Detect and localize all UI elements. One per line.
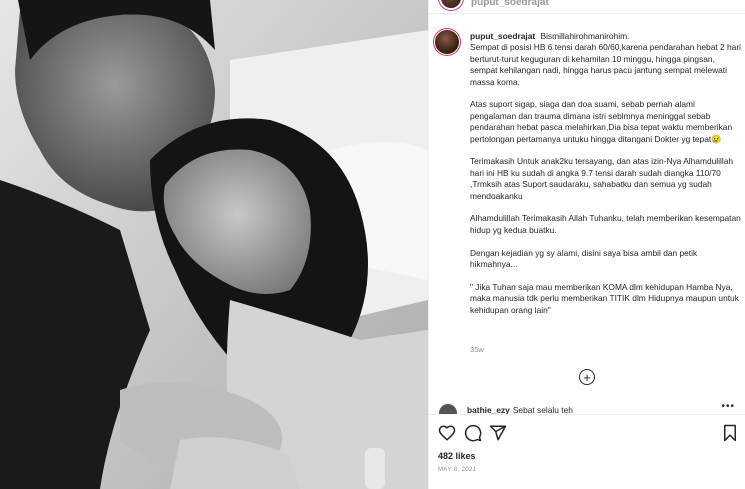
- likes-count[interactable]: 482 likes: [438, 451, 476, 461]
- caption-line-6: " Jika Tuhan saja mau memberikan KOMA dl…: [470, 281, 739, 315]
- comment-body: Sebat selalu teh: [512, 405, 573, 414]
- caption-line-0: Bismillahirohmanirohim.: [540, 31, 630, 41]
- comment-text: bathie_ezy Sebat selalu teh: [467, 405, 573, 414]
- post-header: puput_soedrajat: [429, 0, 745, 14]
- share-icon[interactable]: [489, 424, 507, 442]
- caption-line-5: Dengan kejadian yg sy alami, disini saya…: [470, 247, 698, 270]
- photo-illustration: [0, 0, 428, 489]
- avatar[interactable]: [439, 0, 463, 10]
- caption-username[interactable]: puput_soedrajat: [470, 31, 535, 41]
- heart-icon[interactable]: [438, 424, 456, 442]
- post-date: MAY 8, 2021: [438, 467, 477, 473]
- comment-username[interactable]: bathie_ezy: [467, 405, 510, 414]
- comment-row: bathie_ezy Sebat selalu teh •••: [439, 404, 739, 414]
- comment-icon[interactable]: [464, 424, 482, 442]
- post-time-ago[interactable]: 35w: [470, 345, 484, 354]
- post-actions: 482 likes MAY 8, 2021: [429, 414, 745, 489]
- plus-circle-icon[interactable]: +: [579, 369, 595, 385]
- bookmark-icon[interactable]: [721, 424, 739, 442]
- header-username[interactable]: puput_soedrajat: [471, 0, 549, 8]
- caption-line-4: Alhamdulillah Terimakasih Allah Tuhanku,…: [470, 213, 741, 235]
- caption-avatar[interactable]: [435, 30, 459, 54]
- caption-line-3: Terimakasih Untuk anak2ku tersayang, dan…: [470, 156, 734, 201]
- comment-more-icon[interactable]: •••: [721, 404, 735, 412]
- caption-text: puput_soedrajat Bismillahirohmanirohim. …: [470, 31, 742, 327]
- caption-area: puput_soedrajat Bismillahirohmanirohim. …: [429, 22, 745, 402]
- comment-avatar[interactable]: [439, 404, 457, 414]
- post-photo: [0, 0, 428, 489]
- caption-line-1: Sempat di posisi HB 6 tensi darah 60/60,…: [470, 42, 741, 87]
- caption-line-2: Atas suport sigap, siaga dan doa suami, …: [470, 99, 733, 144]
- post-side-panel: puput_soedrajat puput_soedrajat Bismilla…: [428, 0, 745, 489]
